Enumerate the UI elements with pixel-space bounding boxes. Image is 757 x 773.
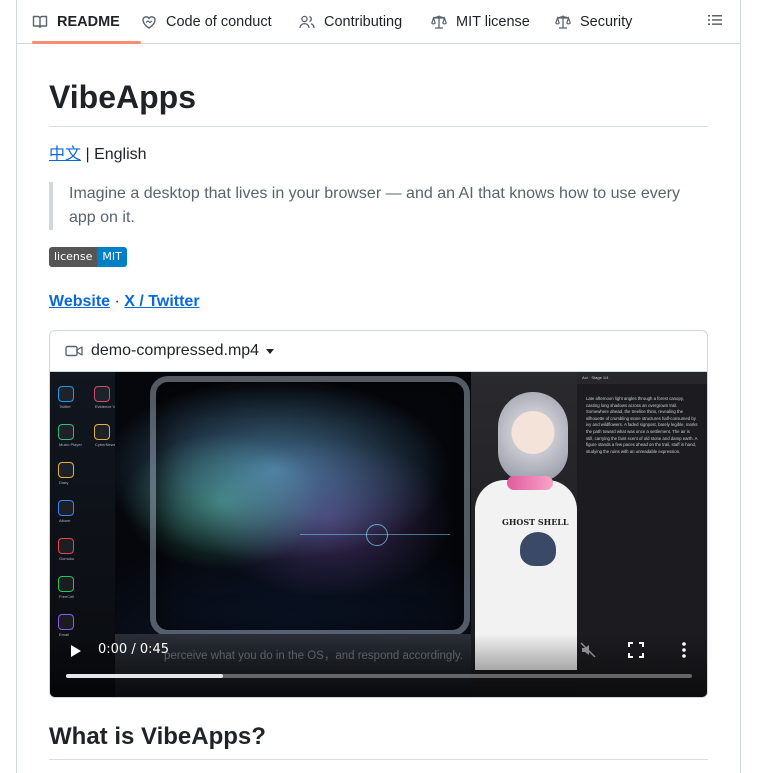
dock-app-label: Album — [59, 518, 71, 523]
dock-app-icon — [58, 614, 74, 630]
project-links: Website · X / Twitter — [49, 292, 200, 312]
tab-label: Code of conduct — [166, 13, 272, 30]
dock-app-icon — [94, 386, 110, 402]
dock-app-label: CyberNews — [95, 442, 116, 447]
dock-app-icon — [94, 424, 110, 440]
volume-muted-icon[interactable] — [580, 642, 596, 658]
dock-app-label: Gomoku — [59, 556, 75, 561]
language-switcher: 中文 | English — [49, 145, 147, 165]
english-label: English — [94, 146, 147, 163]
dock-app-label: Diary — [59, 480, 69, 485]
tab-contributing[interactable]: Contributing — [299, 0, 402, 43]
video-window-frame — [150, 376, 470, 636]
fullscreen-icon[interactable] — [628, 642, 644, 658]
badge-label: license — [49, 247, 98, 267]
tab-readme[interactable]: README — [32, 0, 120, 43]
video-hud-ring — [366, 524, 388, 546]
video-attachment: demo-compressed.mp4 Twitter Evidence Vaul… — [49, 330, 708, 698]
dock-app-icon — [58, 576, 74, 592]
video-shirt-text: GHOST SHELL — [502, 517, 569, 527]
dock-app-icon — [58, 386, 74, 402]
badge-value: MIT — [97, 247, 127, 267]
section-divider — [49, 759, 708, 760]
tagline-text: Imagine a desktop that lives in your bro… — [69, 185, 680, 226]
video-progress-bar[interactable] — [66, 674, 692, 678]
video-filename: demo-compressed.mp4 — [91, 342, 260, 359]
list-unordered-icon[interactable] — [707, 12, 723, 28]
twitter-link[interactable]: X / Twitter — [124, 293, 199, 310]
tab-label: README — [57, 13, 120, 30]
section-heading: What is VibeApps? — [49, 723, 266, 750]
dock-app-icon — [58, 424, 74, 440]
dock-app-icon — [58, 500, 74, 516]
video-progress-fill — [66, 674, 223, 678]
video-character-goggles — [507, 476, 553, 490]
tab-label: Security — [580, 13, 633, 30]
video-robot-print — [520, 532, 556, 566]
dock-app-label: FreeCell — [59, 594, 75, 599]
dock-app-icon — [58, 462, 74, 478]
website-link[interactable]: Website — [49, 293, 110, 310]
dock-app-label: Twitter — [59, 404, 71, 409]
play-icon[interactable] — [70, 644, 82, 658]
video-character-head — [498, 392, 568, 482]
video-story-text: Late afternoon light angles through a fo… — [586, 396, 698, 454]
dock-app-label: Music Player — [59, 442, 82, 447]
law-icon — [431, 14, 447, 30]
tab-security[interactable]: Security — [555, 0, 632, 43]
heart-icon — [141, 14, 157, 30]
readme-tab-bar: README Code of conduct Contributing MIT … — [16, 0, 741, 44]
license-badge[interactable]: license MIT — [49, 247, 127, 267]
video-subtitle: perceive what you do in the OS，and respo… — [164, 650, 463, 662]
more-options-icon[interactable] — [676, 641, 692, 659]
title-divider — [49, 126, 708, 127]
tab-code-of-conduct[interactable]: Code of conduct — [141, 0, 272, 43]
active-tab-indicator — [32, 41, 141, 44]
video-time: 0:00 / 0:45 — [98, 642, 170, 657]
video-story-header: Aoi · Stage 1/4 — [577, 372, 707, 384]
chinese-link[interactable]: 中文 — [49, 146, 81, 163]
tab-mit-license[interactable]: MIT license — [431, 0, 530, 43]
book-icon — [32, 14, 48, 30]
tagline-blockquote: Imagine a desktop that lives in your bro… — [49, 182, 708, 230]
tab-label: MIT license — [456, 13, 530, 30]
law-icon — [555, 14, 571, 30]
video-camera-icon — [65, 344, 83, 358]
video-player[interactable]: Twitter Evidence Vault Music Player CyberNe… — [50, 372, 707, 697]
chevron-down-icon — [266, 348, 275, 354]
people-icon — [299, 14, 315, 30]
dock-app-icon — [58, 538, 74, 554]
lang-separator: | — [81, 146, 95, 163]
page-title: VibeApps — [49, 79, 196, 115]
link-separator: · — [110, 293, 125, 310]
tab-label: Contributing — [324, 13, 403, 30]
video-file-header[interactable]: demo-compressed.mp4 — [50, 331, 707, 372]
